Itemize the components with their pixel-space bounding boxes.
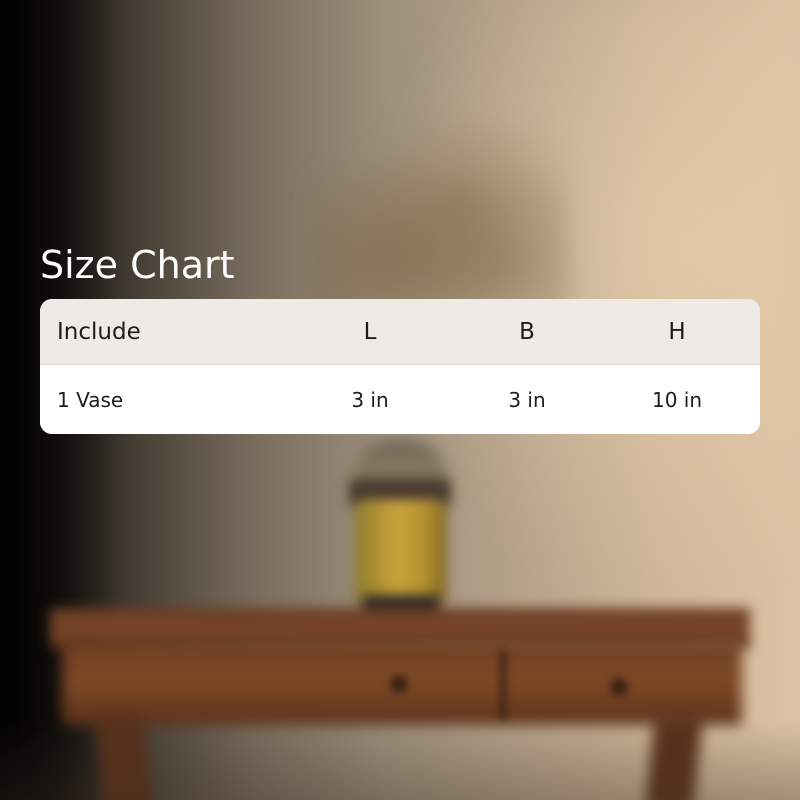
- size-chart-table: Include L B H 1 Vase 3 in 3 in 10 in: [40, 299, 760, 434]
- cell-include: 1 Vase: [57, 387, 124, 412]
- header-breadth: B: [519, 318, 535, 345]
- size-chart-title: Size Chart: [40, 243, 235, 287]
- table-row: 1 Vase 3 in 3 in 10 in: [40, 365, 760, 434]
- table-header-row: Include L B H: [40, 299, 760, 365]
- header-include: Include: [57, 318, 141, 345]
- cell-height: 10 in: [651, 387, 703, 412]
- drawer-knob-right: [610, 678, 628, 696]
- cell-length: 3 in: [351, 387, 389, 412]
- vase-body: [355, 500, 447, 605]
- header-height: H: [668, 318, 686, 345]
- drawer-knob-left: [390, 675, 408, 693]
- cell-breadth: 3 in: [508, 387, 546, 412]
- floor-shade: [0, 720, 800, 800]
- table-drawer-divider: [500, 650, 506, 720]
- dried-twigs: [310, 120, 570, 320]
- header-length: L: [363, 318, 377, 345]
